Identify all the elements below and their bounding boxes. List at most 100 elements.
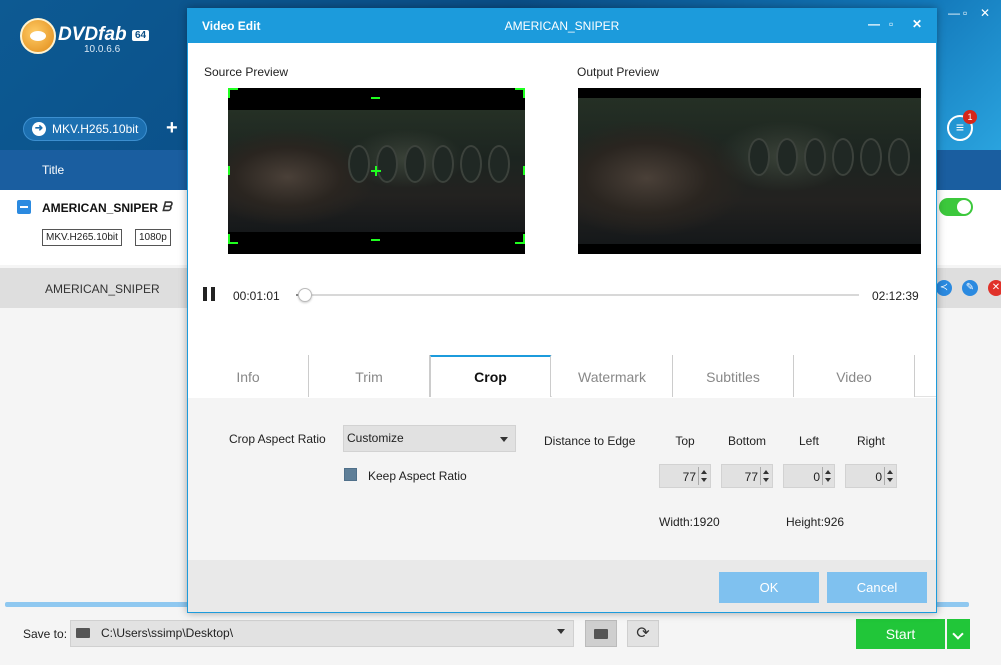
crop-handle-bottom[interactable] — [371, 239, 380, 241]
tab-video[interactable]: Video — [794, 355, 915, 397]
scene-wheel — [776, 138, 798, 176]
scene-wheel — [860, 138, 882, 176]
tab-info[interactable]: Info — [188, 355, 309, 397]
output-preview — [578, 88, 921, 254]
chevron-down-icon[interactable] — [500, 437, 508, 442]
edit-tabs: Info Trim Crop Watermark Subtitles Video — [188, 355, 936, 397]
crop-handle-bottom-right[interactable] — [515, 234, 525, 244]
app-close-icon[interactable]: ✕ — [980, 6, 990, 20]
profile-label: MKV.H265.10bit — [52, 122, 139, 136]
source-preview-label: Source Preview — [204, 65, 289, 79]
save-to-label: Save to: — [23, 627, 68, 641]
share-icon[interactable]: ≺ — [936, 280, 952, 296]
seek-handle[interactable] — [297, 288, 312, 302]
current-time: 00:01:01 — [233, 289, 280, 303]
crop-handle-right[interactable] — [523, 166, 525, 175]
title-name: AMERICAN_SNIPER — [42, 201, 159, 215]
crop-aspect-ratio-select[interactable]: Customize — [343, 425, 516, 452]
dvdfab-logo-icon — [20, 18, 56, 54]
dialog-title: Video Edit — [202, 19, 261, 33]
right-stepper[interactable]: 0 — [845, 464, 897, 488]
subrow-title: AMERICAN_SNIPER — [45, 282, 160, 296]
top-stepper[interactable]: 77 — [659, 464, 711, 488]
codec-tag: MKV.H265.10bit — [42, 229, 122, 246]
keep-aspect-ratio-label: Keep Aspect Ratio — [368, 469, 467, 483]
save-path-field[interactable]: C:\Users\ssimp\Desktop\ — [70, 620, 574, 647]
keep-aspect-ratio-checkbox[interactable] — [344, 468, 357, 481]
left-value: 0 — [813, 470, 820, 484]
app-minimize-icon[interactable]: — — [948, 6, 960, 20]
browse-folder-button[interactable] — [585, 620, 617, 647]
pause-button[interactable] — [202, 287, 216, 301]
app-version: 10.0.6.6 — [84, 44, 121, 55]
collapse-checkbox[interactable] — [17, 200, 31, 214]
chevron-down-icon[interactable] — [557, 629, 565, 634]
crop-handle-bottom-left[interactable] — [228, 234, 238, 244]
scene-wheel — [888, 138, 910, 176]
profile-selector[interactable]: ➜ MKV.H265.10bit — [23, 117, 147, 141]
bottom-label: Bottom — [727, 434, 766, 448]
add-icon[interactable]: + — [166, 117, 178, 140]
output-width: Width:1920 — [659, 515, 720, 529]
app-name: DVDfab — [58, 24, 127, 45]
scene-wheel — [376, 145, 398, 183]
dialog-minimize-icon[interactable]: — — [868, 17, 880, 31]
scene-wheel — [460, 145, 482, 183]
app-maximize-icon[interactable]: ▫ — [963, 6, 967, 20]
output-height: Height:926 — [786, 515, 845, 529]
refresh-button[interactable]: ⟳ — [627, 620, 659, 647]
tab-trim[interactable]: Trim — [309, 355, 430, 397]
dialog-subtitle: AMERICAN_SNIPER — [504, 19, 620, 33]
scene-wheel — [748, 138, 770, 176]
folder-open-icon — [594, 629, 608, 639]
scene-wheel — [432, 145, 454, 183]
tab-crop[interactable]: Crop — [430, 355, 551, 397]
resolution-tag: 1080p — [135, 229, 171, 246]
dialog-close-icon[interactable]: ✕ — [912, 17, 922, 31]
spinner-arrows-icon[interactable] — [822, 467, 832, 485]
scene-wheel — [348, 145, 370, 183]
queue-count-badge: 1 — [963, 110, 977, 124]
spinner-arrows-icon[interactable] — [760, 467, 770, 485]
spinner-arrows-icon[interactable] — [698, 467, 708, 485]
start-options-dropdown[interactable] — [947, 619, 970, 649]
crop-center-icon[interactable] — [375, 166, 377, 176]
left-stepper[interactable]: 0 — [783, 464, 835, 488]
crop-handle-top-right[interactable] — [515, 88, 525, 98]
video-edit-dialog: AMERICAN_SNIPER Video Edit — ▫ ✕ Source … — [187, 8, 937, 613]
scene-wheel — [488, 145, 510, 183]
scene-wheel — [804, 138, 826, 176]
left-label: Left — [798, 434, 819, 448]
bluray-icon: ᗷ — [162, 199, 172, 214]
top-value: 77 — [682, 470, 696, 484]
tab-watermark[interactable]: Watermark — [552, 355, 673, 397]
edit-icon[interactable]: ✎ — [962, 280, 978, 296]
tab-subtitles[interactable]: Subtitles — [673, 355, 794, 397]
dialog-titlebar: AMERICAN_SNIPER Video Edit — ▫ ✕ — [188, 9, 936, 43]
cancel-button[interactable]: Cancel — [827, 572, 927, 603]
dialog-maximize-icon[interactable]: ▫ — [889, 17, 893, 31]
app-bits-badge: 64 — [132, 30, 150, 41]
column-title: Title — [42, 163, 65, 177]
folder-icon — [76, 628, 90, 638]
remove-icon[interactable]: ✕ — [988, 280, 1001, 296]
arrow-right-icon: ➜ — [32, 122, 46, 136]
ok-button[interactable]: OK — [719, 572, 819, 603]
dialog-footer — [188, 560, 936, 612]
spinner-arrows-icon[interactable] — [884, 467, 894, 485]
seek-slider[interactable] — [296, 288, 859, 302]
distance-to-edge-label: Distance to Edge — [544, 434, 636, 448]
bottom-stepper[interactable]: 77 — [721, 464, 773, 488]
video-frame — [578, 98, 921, 244]
crop-handle-top-left[interactable] — [228, 88, 238, 98]
enable-toggle[interactable] — [939, 198, 973, 216]
total-time: 02:12:39 — [872, 289, 919, 303]
crop-handle-left[interactable] — [228, 166, 230, 175]
crop-handle-top[interactable] — [371, 97, 380, 99]
output-preview-label: Output Preview — [577, 65, 660, 79]
scene-wheel — [404, 145, 426, 183]
bottom-value: 77 — [744, 470, 758, 484]
start-button[interactable]: Start — [856, 619, 945, 649]
crop-aspect-ratio-label: Crop Aspect Ratio — [229, 432, 326, 446]
top-label: Top — [675, 434, 695, 448]
